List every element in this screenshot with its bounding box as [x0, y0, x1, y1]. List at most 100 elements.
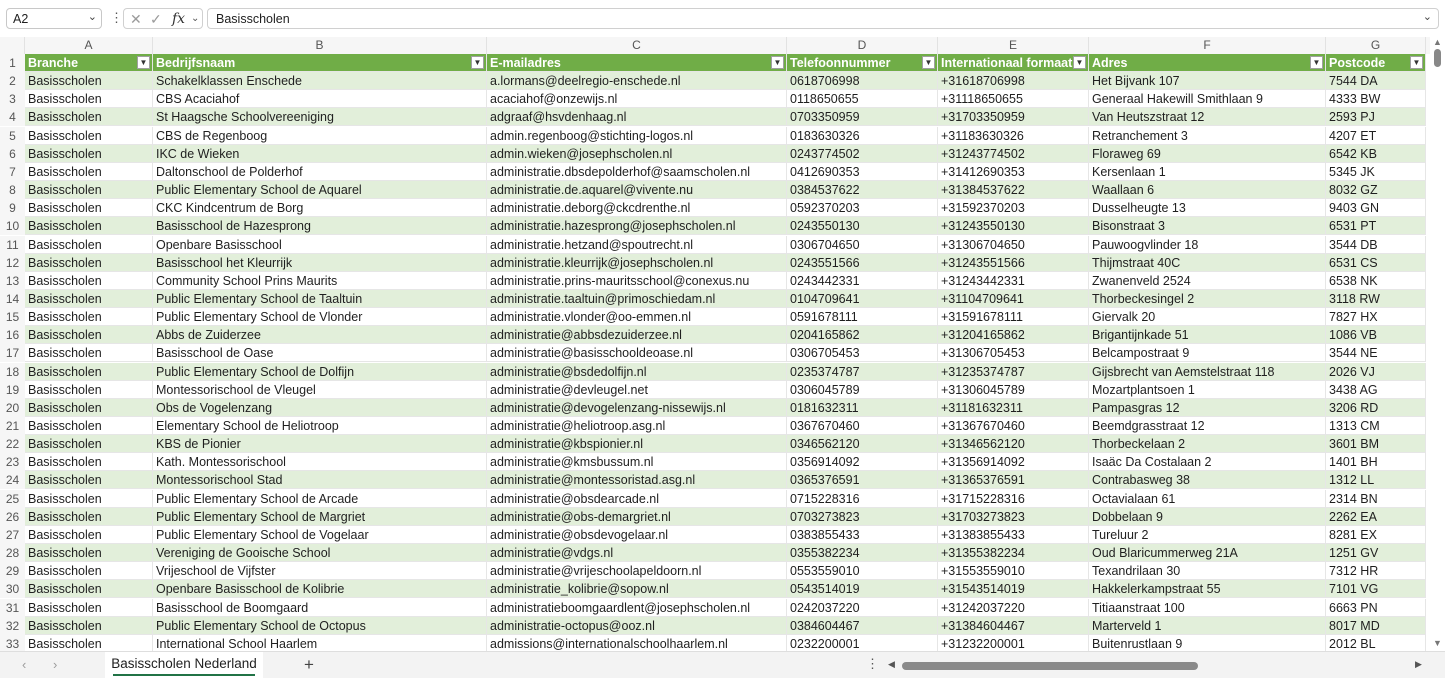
row-header[interactable]: 27 — [0, 525, 25, 544]
table-cell[interactable]: 0591678111 — [787, 308, 938, 327]
table-cell[interactable]: 1251 GV — [1326, 544, 1426, 563]
filter-dropdown-icon[interactable]: ▼ — [1410, 56, 1423, 69]
table-cell[interactable]: Bisonstraat 3 — [1089, 217, 1326, 236]
column-header-b[interactable]: B — [153, 37, 487, 54]
table-cell[interactable]: 1312 LL — [1326, 471, 1426, 490]
table-cell[interactable]: Waallaan 6 — [1089, 181, 1326, 200]
table-cell[interactable]: administratie@montessoristad.asg.nl — [487, 471, 787, 490]
table-cell[interactable]: 1086 VB — [1326, 326, 1426, 345]
table-cell[interactable]: Beemdgrasstraat 12 — [1089, 417, 1326, 435]
table-cell[interactable]: Zwanenveld 2524 — [1089, 271, 1326, 290]
table-cell[interactable]: Basisscholen — [25, 525, 153, 544]
table-cell[interactable]: CBS Acaciahof — [153, 90, 487, 109]
table-cell[interactable]: Public Elementary School de Margriet — [153, 507, 487, 526]
table-cell[interactable]: 0242037220 — [787, 598, 938, 617]
table-cell[interactable]: +31365376591 — [938, 471, 1089, 490]
column-title[interactable]: Bedrijfsnaam ▼ — [153, 54, 487, 72]
table-cell[interactable]: +31703350959 — [938, 108, 1089, 127]
table-cell[interactable]: St Haagsche Schoolvereeniging — [153, 108, 487, 127]
table-cell[interactable]: Basisscholen — [25, 598, 153, 617]
table-cell[interactable]: Public Elementary School de Dolfijn — [153, 362, 487, 381]
row-header[interactable]: 16 — [0, 326, 25, 345]
table-cell[interactable]: administratie.deborg@ckcdrenthe.nl — [487, 199, 787, 218]
table-cell[interactable]: 0306705453 — [787, 344, 938, 363]
table-cell[interactable]: Generaal Hakewill Smithlaan 9 — [1089, 90, 1326, 109]
table-cell[interactable]: 0703273823 — [787, 507, 938, 526]
more-options-icon[interactable]: ⋮ — [866, 656, 879, 672]
table-cell[interactable]: +31412690353 — [938, 162, 1089, 181]
table-cell[interactable]: administratie@kmsbussum.nl — [487, 453, 787, 472]
table-cell[interactable]: 7544 DA — [1326, 72, 1426, 91]
table-cell[interactable]: administratie.de.aquarel@vivente.nu — [487, 181, 787, 200]
table-cell[interactable]: 6542 KB — [1326, 144, 1426, 163]
table-cell[interactable]: Octavialaan 61 — [1089, 489, 1326, 508]
table-cell[interactable]: administratie.taaltuin@primoschiedam.nl — [487, 289, 787, 308]
table-cell[interactable]: 3544 DB — [1326, 235, 1426, 254]
table-cell[interactable]: Basisscholen — [25, 435, 153, 454]
sheet-tab[interactable]: Basisscholen Nederland — [105, 652, 263, 678]
table-cell[interactable]: 1401 BH — [1326, 453, 1426, 472]
row-header[interactable]: 8 — [0, 181, 25, 200]
table-cell[interactable]: Vereniging de Gooische School — [153, 544, 487, 563]
table-cell[interactable]: Basisscholen — [25, 562, 153, 581]
vertical-scrollbar[interactable]: ▲ ▼ — [1430, 37, 1445, 651]
table-cell[interactable]: Tureluur 2 — [1089, 525, 1326, 544]
table-cell[interactable]: +31384604467 — [938, 616, 1089, 635]
row-header[interactable]: 15 — [0, 308, 25, 327]
table-cell[interactable]: 0243774502 — [787, 144, 938, 163]
column-header-g[interactable]: G — [1326, 37, 1426, 54]
table-cell[interactable]: 0543514019 — [787, 580, 938, 599]
table-cell[interactable]: Public Elementary School de Octopus — [153, 616, 487, 635]
table-cell[interactable]: 2593 PJ — [1326, 108, 1426, 127]
row-header[interactable]: 24 — [0, 471, 25, 490]
table-cell[interactable]: Abbs de Zuiderzee — [153, 326, 487, 345]
row-header[interactable]: 17 — [0, 344, 25, 363]
filter-dropdown-icon[interactable]: ▼ — [1310, 56, 1323, 69]
table-cell[interactable]: 0204165862 — [787, 326, 938, 345]
row-header[interactable]: 1 — [0, 54, 25, 72]
row-header[interactable]: 6 — [0, 144, 25, 163]
table-cell[interactable]: 3206 RD — [1326, 398, 1426, 417]
table-cell[interactable]: +31104709641 — [938, 289, 1089, 308]
table-cell[interactable]: +31356914092 — [938, 453, 1089, 472]
table-cell[interactable]: Dobbelaan 9 — [1089, 507, 1326, 526]
scroll-down-icon[interactable]: ▼ — [1433, 638, 1442, 648]
table-cell[interactable]: +31306705453 — [938, 344, 1089, 363]
filter-dropdown-icon[interactable]: ▼ — [922, 56, 935, 69]
table-cell[interactable]: Basisscholen — [25, 544, 153, 563]
table-cell[interactable]: administratie_kolibrie@sopow.nl — [487, 580, 787, 599]
filter-dropdown-icon[interactable]: ▼ — [471, 56, 484, 69]
row-header[interactable]: 9 — [0, 199, 25, 218]
table-cell[interactable]: Basisscholen — [25, 235, 153, 254]
row-header[interactable]: 30 — [0, 580, 25, 599]
row-header[interactable]: 23 — [0, 453, 25, 472]
filter-dropdown-icon[interactable]: ▼ — [771, 56, 784, 69]
table-cell[interactable]: administratie.hetzand@spoutrecht.nl — [487, 235, 787, 254]
table-cell[interactable]: 0118650655 — [787, 90, 938, 109]
table-cell[interactable]: +31367670460 — [938, 417, 1089, 435]
table-cell[interactable]: 3601 BM — [1326, 435, 1426, 454]
table-cell[interactable]: 0355382234 — [787, 544, 938, 563]
table-cell[interactable]: 0356914092 — [787, 453, 938, 472]
table-cell[interactable]: administratie@obsdevogelaar.nl — [487, 525, 787, 544]
table-cell[interactable]: +31355382234 — [938, 544, 1089, 563]
table-cell[interactable]: 0592370203 — [787, 199, 938, 218]
table-cell[interactable]: +31543514019 — [938, 580, 1089, 599]
table-cell[interactable]: +31181632311 — [938, 398, 1089, 417]
table-cell[interactable]: administratie@obs-demargriet.nl — [487, 507, 787, 526]
table-cell[interactable]: +31346562120 — [938, 435, 1089, 454]
table-cell[interactable]: administratie@devleugel.net — [487, 380, 787, 399]
table-cell[interactable]: 3118 RW — [1326, 289, 1426, 308]
table-cell[interactable]: +31204165862 — [938, 326, 1089, 345]
table-cell[interactable]: Basisscholen — [25, 217, 153, 236]
table-cell[interactable]: Public Elementary School de Taaltuin — [153, 289, 487, 308]
table-cell[interactable]: Isaäc Da Costalaan 2 — [1089, 453, 1326, 472]
previous-sheet-icon[interactable]: ‹ — [22, 657, 26, 672]
table-cell[interactable]: 1313 CM — [1326, 417, 1426, 435]
filter-dropdown-icon[interactable]: ▼ — [137, 56, 150, 69]
table-cell[interactable]: CKC Kindcentrum de Borg — [153, 199, 487, 218]
chevron-down-icon[interactable]: ⌄ — [88, 10, 97, 23]
table-cell[interactable]: Basisscholen — [25, 108, 153, 127]
table-cell[interactable]: +31384537622 — [938, 181, 1089, 200]
table-cell[interactable]: 2026 VJ — [1326, 362, 1426, 381]
